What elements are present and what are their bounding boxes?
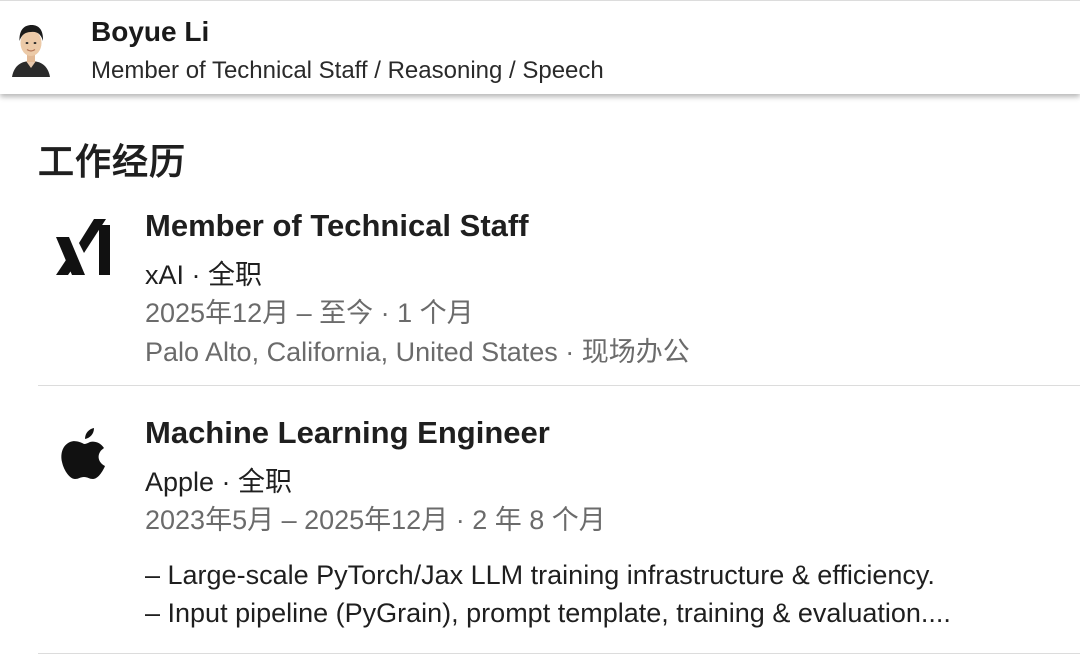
section-title-experience: 工作经历 bbox=[38, 141, 187, 182]
profile-headline: Member of Technical Staff / Reasoning / … bbox=[91, 57, 604, 84]
company-line[interactable]: Apple · 全职 bbox=[145, 460, 292, 499]
company-line[interactable]: xAI · 全职 bbox=[145, 253, 262, 292]
profile-header: Boyue Li Member of Technical Staff / Rea… bbox=[0, 0, 1080, 94]
job-title[interactable]: Member of Technical Staff bbox=[145, 208, 529, 244]
divider bbox=[38, 653, 1080, 654]
job-description-line[interactable]: – Input pipeline (PyGrain), prompt templ… bbox=[145, 598, 951, 629]
date-range: 2025年12月 – 至今 · 1 个月 bbox=[145, 298, 474, 328]
person-avatar-icon[interactable] bbox=[8, 19, 54, 77]
date-range: 2023年5月 – 2025年12月 · 2 年 8 个月 bbox=[145, 505, 606, 535]
xai-logo-icon[interactable] bbox=[54, 215, 114, 279]
profile-name[interactable]: Boyue Li bbox=[91, 16, 209, 48]
divider bbox=[38, 385, 1080, 386]
job-title[interactable]: Machine Learning Engineer bbox=[145, 415, 550, 451]
apple-logo-icon[interactable] bbox=[54, 426, 114, 490]
job-description-line: – Large-scale PyTorch/Jax LLM training i… bbox=[145, 560, 935, 590]
job-location: Palo Alto, California, United States · 现… bbox=[145, 337, 690, 367]
